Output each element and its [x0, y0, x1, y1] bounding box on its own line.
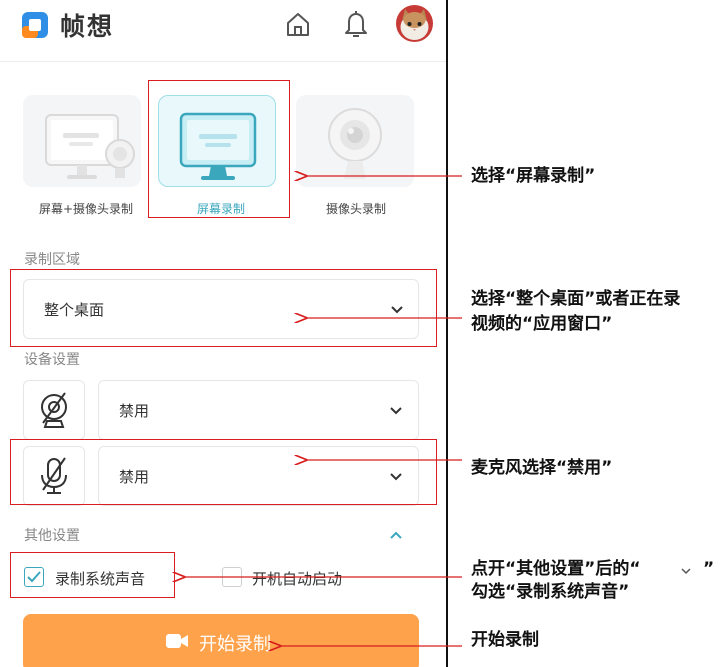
- panel-divider: [446, 0, 448, 667]
- annotation-box-screen-mode: [148, 80, 290, 218]
- annotation-box-mic: [10, 439, 437, 505]
- annotation-select-desktop-line2: 视频的“应用窗口”: [471, 314, 613, 334]
- annotation-box-record-area: [10, 269, 437, 347]
- annotation-other-settings-quote: ”: [703, 559, 715, 579]
- video-camera-icon: [166, 634, 188, 648]
- mode-camera[interactable]: [296, 95, 414, 187]
- app-logo-icon: [22, 12, 48, 38]
- annotation-other-settings-line2: 勾选“录制系统声音”: [471, 582, 630, 602]
- mode-label-screen-camera: 屏幕+摄像头录制: [38, 202, 134, 216]
- chevron-up-icon[interactable]: [389, 530, 403, 540]
- other-settings-label: 其他设置: [24, 528, 80, 544]
- record-area-label: 录制区域: [24, 252, 80, 268]
- device-settings-label: 设备设置: [24, 352, 80, 368]
- webcam-icon: [328, 108, 382, 179]
- annotation-select-screen: 选择“屏幕录制”: [471, 166, 596, 186]
- camera-select[interactable]: 禁用: [98, 380, 419, 440]
- avatar[interactable]: [396, 5, 433, 42]
- bell-icon: [345, 11, 367, 37]
- notification-button[interactable]: [340, 8, 372, 40]
- chevron-down-icon: [681, 568, 691, 575]
- home-button[interactable]: [282, 8, 314, 40]
- start-recording-label: 开始录制: [199, 634, 271, 655]
- app-title: 帧想: [60, 12, 115, 41]
- cat-avatar-icon: [396, 5, 433, 42]
- camera-disabled-icon: [41, 392, 67, 428]
- annotation-box-system-audio: [10, 552, 175, 598]
- camera-icon-box: [23, 380, 85, 440]
- screen-camera-icon: [45, 114, 135, 179]
- annotation-mic-disable: 麦克风选择“禁用”: [471, 458, 613, 478]
- annotation-other-settings-line1: 点开“其他设置”后的“: [471, 559, 641, 579]
- annotation-select-desktop-line1: 选择“整个桌面”或者正在录: [471, 289, 681, 309]
- auto-start-checkbox[interactable]: [222, 567, 242, 587]
- mode-screen-camera[interactable]: [23, 95, 141, 187]
- auto-start-label: 开机自动启动: [252, 570, 343, 588]
- mode-label-camera: 摄像头录制: [325, 202, 386, 216]
- home-icon: [287, 13, 309, 36]
- camera-select-value: 禁用: [119, 402, 150, 420]
- app-header: 帧想: [0, 0, 446, 62]
- chevron-down-icon: [390, 407, 402, 415]
- annotation-start-recording: 开始录制: [471, 630, 539, 650]
